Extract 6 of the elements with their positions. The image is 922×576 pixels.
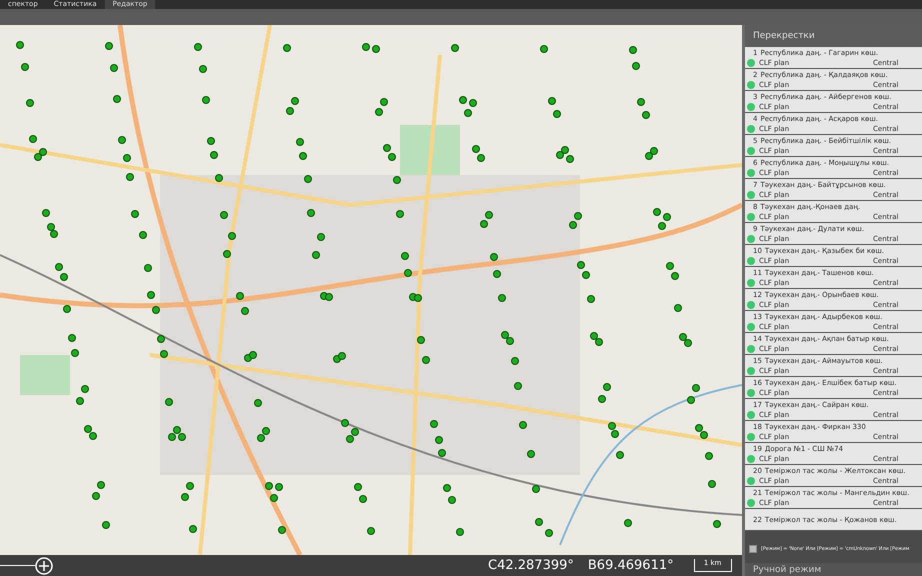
panel-title: Перекрестки: [745, 25, 922, 47]
manual-mode-bar[interactable]: Ручной режим: [745, 563, 922, 576]
zoom-in-icon[interactable]: [35, 556, 53, 574]
filter-checkbox[interactable]: [749, 545, 757, 553]
latitude-text: С42.287399°: [488, 558, 574, 573]
longitude-text: В69.469611°: [588, 558, 674, 573]
